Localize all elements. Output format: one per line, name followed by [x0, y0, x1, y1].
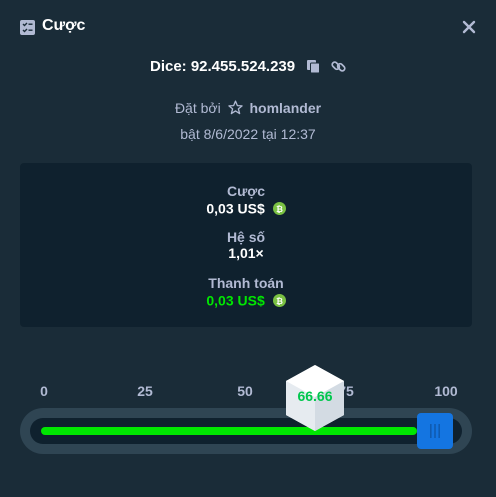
placed-at: bật 8/6/2022 tại 12:37: [180, 126, 316, 142]
placed-by-row: Đặt bởi homlander: [0, 100, 496, 116]
svg-text:₿: ₿: [276, 204, 283, 214]
tick-label: 25: [137, 383, 153, 399]
grip-icon: [430, 424, 440, 438]
bet-stats-card: Cược 0,03 US$ ₿ Hệ số 1,01× Thanh toán 0…: [20, 163, 472, 327]
bitcoin-icon: ₿: [272, 293, 286, 307]
placed-by-label: Đặt bởi: [174, 100, 221, 116]
svg-text:₿: ₿: [276, 296, 283, 306]
modal-title: Cược: [42, 17, 86, 34]
tick-label: 100: [434, 383, 458, 399]
payout-label: Thanh toán: [208, 275, 284, 291]
bitcoin-icon: ₿: [272, 201, 286, 215]
bet-amount-value: 0,03 US$: [206, 200, 265, 217]
link-icon[interactable]: [331, 59, 346, 74]
modal-header: Cược: [0, 0, 496, 56]
tick-label: 50: [237, 383, 253, 399]
bet-slip-icon: [20, 20, 35, 35]
slider-fill: [41, 427, 417, 435]
slider-ticks: 0 25 50 75 100: [0, 383, 496, 401]
star-icon: [227, 100, 243, 115]
slider-handle[interactable]: [417, 413, 453, 449]
dice-id: Dice: 92.455.524.239: [149, 58, 296, 76]
dice-id-row: Dice: 92.455.524.239: [0, 58, 496, 80]
payout-row: 0,03 US$ ₿: [20, 291, 472, 308]
copy-icon[interactable]: [306, 59, 321, 74]
payout-value: 0,03 US$: [206, 292, 265, 309]
bet-amount-row: 0,03 US$ ₿: [20, 199, 472, 216]
tick-label: 0: [40, 383, 48, 399]
dice-result-value: 66.66: [297, 388, 333, 404]
multiplier-label: Hệ số: [226, 229, 266, 245]
bet-amount-label: Cược: [227, 183, 265, 199]
username-link[interactable]: homlander: [249, 100, 321, 116]
multiplier-value: 1,01×: [228, 245, 264, 261]
close-icon[interactable]: [461, 19, 477, 35]
